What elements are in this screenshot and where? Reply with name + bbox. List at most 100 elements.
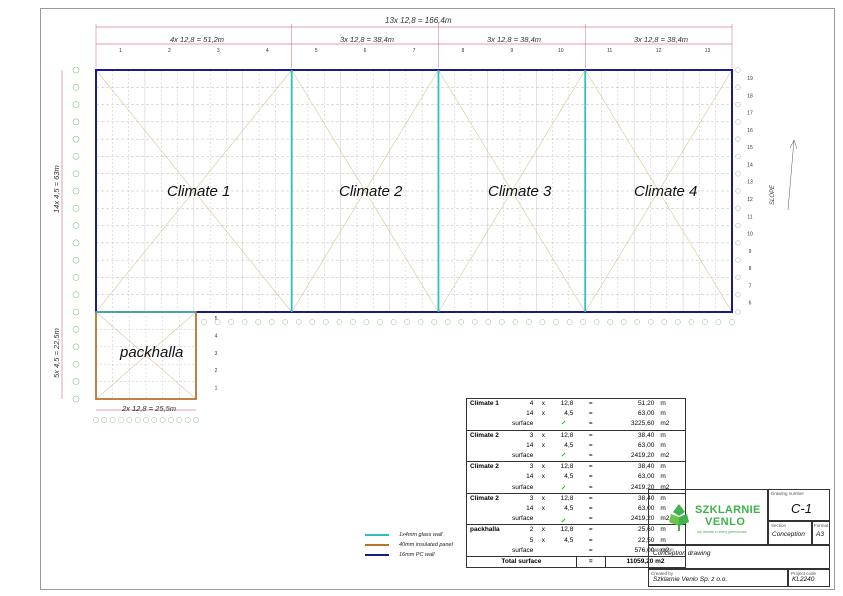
surface-cell: x <box>541 463 545 471</box>
surface-group-name: packhalla <box>470 526 500 534</box>
surface-cell: = <box>588 463 593 471</box>
right-row-number: 9 <box>749 249 752 255</box>
legend-item-glass-wall: 1x4mm glass wall <box>365 530 453 540</box>
grid-marker <box>72 308 80 316</box>
grid-marker <box>151 417 158 423</box>
grid-marker <box>471 319 478 325</box>
grid-marker <box>729 319 735 325</box>
surface-cell: 63,00 <box>638 441 655 449</box>
right-row-number: 8 <box>749 266 752 272</box>
grid-marker <box>72 135 80 143</box>
surface-cell: 5 <box>529 536 534 544</box>
grid-marker <box>620 319 627 325</box>
logo-text-line2: VENLO <box>705 516 746 528</box>
top-axis-number: 7 <box>413 48 416 54</box>
surface-cell: x <box>541 504 545 512</box>
climate-1-label: Climate 1 <box>167 183 231 200</box>
surface-cell: = <box>588 431 593 439</box>
right-row-number: 15 <box>747 145 753 151</box>
grid-marker <box>93 417 99 423</box>
grid-marker <box>735 257 741 263</box>
grid-marker <box>735 84 741 90</box>
grid-marker <box>168 417 174 423</box>
surface-cell: m <box>660 441 666 449</box>
format-cell: Format A3 <box>812 521 830 545</box>
surface-cell: 38,40 <box>638 463 655 471</box>
surface-cell <box>550 483 576 494</box>
section-label: Section <box>771 523 787 528</box>
project-code-cell: Project code KL2240 <box>788 569 830 587</box>
grid-marker <box>126 417 133 423</box>
grid-marker <box>72 378 80 385</box>
surface-cell: 4,5 <box>564 441 574 449</box>
surface-cell: x <box>541 400 545 408</box>
grid-marker <box>735 136 741 142</box>
grid-marker <box>580 319 586 325</box>
right-row-number: 7 <box>749 283 752 289</box>
surface-group-name <box>467 504 510 514</box>
climate-3-label: Climate 3 <box>488 183 552 200</box>
grid-marker <box>336 319 343 325</box>
grid-marker <box>72 83 80 91</box>
surface-cell: 12,8 <box>560 494 574 502</box>
grid-marker <box>363 319 370 325</box>
surface-cell: = <box>588 441 593 449</box>
top-axis-number: 3 <box>217 48 220 54</box>
surface-cell: x <box>541 536 545 544</box>
surface-row: 14 x 4,5 = 63,00 m <box>467 441 686 451</box>
legend-label: 40mm insulated panel <box>399 542 453 548</box>
surface-cell: 3 <box>529 494 534 502</box>
grid-marker <box>118 417 124 423</box>
segment-dimension-4: 3x 12,8 = 38,4m <box>634 35 688 44</box>
grid-marker <box>193 417 199 423</box>
right-row-number: 16 <box>747 128 753 134</box>
surface-cell: 3225,60 <box>630 420 655 428</box>
grid-marker <box>634 319 641 325</box>
grid-marker <box>295 319 302 325</box>
surface-cell: = <box>588 452 593 460</box>
top-axis-number: 4 <box>266 48 269 54</box>
grid-marker <box>241 319 248 325</box>
grid-marker <box>109 417 116 423</box>
top-axis-number: 5 <box>315 48 318 54</box>
top-axis-number: 8 <box>462 48 465 54</box>
grid-marker <box>702 319 708 325</box>
surface-cell: 3 <box>529 463 534 471</box>
surface-cell: 14 <box>526 410 534 418</box>
grid-marker <box>735 240 741 246</box>
grid-marker <box>72 239 80 247</box>
surface-cell <box>536 451 550 462</box>
surface-cell: m <box>660 463 666 471</box>
grid-marker <box>735 101 741 108</box>
slope-label: SLOPE <box>770 184 776 205</box>
surface-group-name <box>467 472 510 482</box>
surface-cell: x <box>541 431 545 439</box>
grid-marker <box>715 319 722 325</box>
surface-cell: = <box>588 546 593 554</box>
description-cell: Description Conception drawing <box>648 545 830 569</box>
format-value: A3 <box>816 531 824 538</box>
grid-marker <box>72 274 80 281</box>
surface-cell: 4 <box>529 400 534 408</box>
grid-marker <box>539 319 546 325</box>
grid-marker <box>72 66 80 74</box>
legend-swatch <box>365 534 389 536</box>
created-value: Szklarnie Venlo Sp. z o.o. <box>653 576 728 583</box>
surface-cell: 63,00 <box>638 473 655 481</box>
grid-marker <box>72 204 80 212</box>
grid-marker <box>566 319 573 325</box>
surface-group-name <box>467 409 510 419</box>
surface-cell: 2 <box>529 526 534 534</box>
left-vertical-dimension: 14x 4,5 = 63m <box>52 165 61 213</box>
surface-cell <box>536 483 550 494</box>
grid-marker <box>184 417 191 423</box>
right-row-number: 14 <box>747 162 753 168</box>
grid-marker <box>735 67 741 73</box>
grid-marker <box>735 292 741 298</box>
surface-cell: = <box>588 410 593 418</box>
legend-item-insulated-panel: 40mm insulated panel <box>365 540 453 550</box>
segment-dimension-2: 3x 12,8 = 38,4m <box>340 35 394 44</box>
surface-group-name <box>467 535 510 545</box>
surface-cell: m <box>660 410 666 418</box>
grid-marker <box>607 319 614 325</box>
